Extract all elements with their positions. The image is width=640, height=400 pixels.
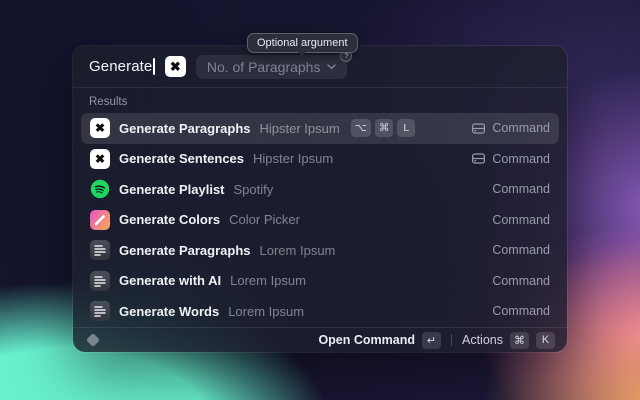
argument-dropdown[interactable]: No. of Paragraphs ? xyxy=(195,49,353,79)
command-key: ⌘ xyxy=(374,119,394,138)
l-key: L xyxy=(397,119,416,138)
results-section-header: Results xyxy=(89,96,128,108)
result-row-generate-sentences[interactable]: ✖ Generate Sentences Hipster Ipsum Comma… xyxy=(81,144,559,175)
result-title: Generate with AI xyxy=(119,273,222,289)
result-type-label: Command xyxy=(492,121,550,136)
action-bar: Open Command ↵ Actions ⌘ K xyxy=(73,326,567,353)
result-title: Generate Paragraphs xyxy=(119,242,251,258)
argument-placeholder: No. of Paragraphs xyxy=(206,58,321,75)
command-key: ⌘ xyxy=(510,331,529,349)
chevron-down-icon xyxy=(327,63,337,69)
shortcut-keys: ⌥ ⌘ L xyxy=(350,119,416,138)
drive-icon xyxy=(472,153,486,164)
result-title: Generate Colors xyxy=(119,212,221,228)
result-title: Generate Sentences xyxy=(119,151,245,167)
search-divider xyxy=(73,87,567,88)
result-subtitle: Lorem Ipsum xyxy=(230,273,306,289)
result-subtitle: Hipster Ipsum xyxy=(253,151,334,167)
lorem-ipsum-icon xyxy=(90,240,110,261)
result-type-label: Command xyxy=(492,304,550,319)
result-row-generate-playlist[interactable]: Generate Playlist Spotify Command xyxy=(81,174,559,205)
result-row-generate-colors[interactable]: Generate Colors Color Picker Command xyxy=(81,205,559,236)
result-type-label: Command xyxy=(492,182,550,197)
option-key: ⌥ xyxy=(350,119,371,138)
results-list: ✖ Generate Paragraphs Hipster Ipsum ⌥ ⌘ … xyxy=(73,113,567,327)
k-key: K xyxy=(536,331,555,349)
result-subtitle: Lorem Ipsum xyxy=(259,242,336,258)
raycast-logo-icon xyxy=(85,332,101,348)
footer-separator xyxy=(451,334,452,346)
actions-button[interactable]: Actions xyxy=(462,333,503,347)
result-subtitle: Hipster Ipsum xyxy=(259,120,340,136)
result-row-generate-words[interactable]: Generate Words Lorem Ipsum Command xyxy=(81,296,559,327)
result-title: Generate Words xyxy=(119,303,220,319)
result-row-generate-with-ai[interactable]: Generate with AI Lorem Ipsum Command xyxy=(81,266,559,297)
open-command-button[interactable]: Open Command xyxy=(318,333,415,347)
color-picker-icon xyxy=(90,209,110,230)
result-row-generate-paragraphs-hipster[interactable]: ✖ Generate Paragraphs Hipster Ipsum ⌥ ⌘ … xyxy=(81,113,559,144)
tooltip-text: Optional argument xyxy=(257,37,348,49)
tooltip-arrow xyxy=(298,52,307,56)
hipster-ipsum-icon: ✖ xyxy=(164,56,186,77)
spotify-icon xyxy=(90,179,110,199)
search-query-text: Generate xyxy=(89,57,153,75)
result-row-generate-paragraphs-lorem[interactable]: Generate Paragraphs Lorem Ipsum Command xyxy=(81,235,559,266)
result-accessory: Command xyxy=(471,121,550,136)
launcher-window: Generate ✖ No. of Paragraphs ? Results ✖… xyxy=(73,46,567,352)
result-subtitle: Spotify xyxy=(233,181,274,197)
result-type-label: Command xyxy=(492,243,550,258)
result-title: Generate Playlist xyxy=(119,181,225,197)
search-input[interactable]: Generate xyxy=(89,58,155,76)
desktop: { "tooltip": { "text": "Optional argumen… xyxy=(0,0,640,400)
tooltip-optional-argument: Optional argument xyxy=(247,33,358,56)
result-subtitle: Lorem Ipsum xyxy=(228,303,305,319)
result-type-label: Command xyxy=(492,273,550,288)
result-accessory: Command xyxy=(471,151,550,166)
result-subtitle: Color Picker xyxy=(229,212,300,228)
text-cursor xyxy=(153,57,155,75)
result-title: Generate Paragraphs xyxy=(119,120,251,136)
return-key: ↵ xyxy=(422,331,441,349)
drive-icon xyxy=(472,123,486,134)
hipster-ipsum-icon: ✖ xyxy=(90,148,110,169)
lorem-ipsum-icon xyxy=(90,301,110,322)
lorem-ipsum-icon xyxy=(90,270,110,291)
hipster-ipsum-icon: ✖ xyxy=(90,118,110,139)
result-type-label: Command xyxy=(492,212,550,227)
result-type-label: Command xyxy=(492,151,550,166)
